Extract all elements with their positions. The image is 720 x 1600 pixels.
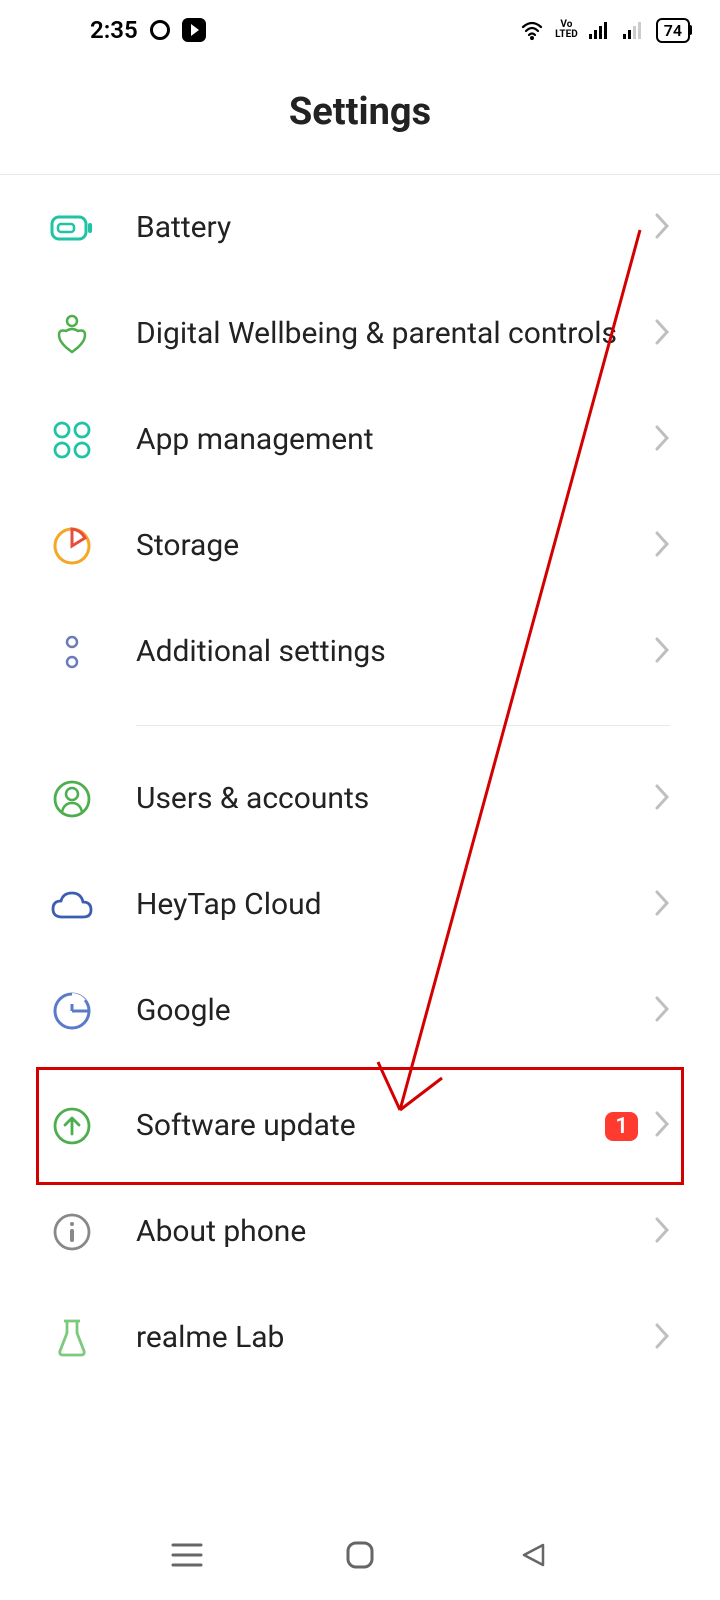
row-label: Storage	[136, 526, 654, 567]
users-icon	[50, 777, 94, 821]
status-time: 2:35	[90, 16, 138, 44]
row-label: Users & accounts	[136, 779, 654, 820]
wellbeing-icon	[50, 312, 94, 356]
settings-row-software-update[interactable]: Software update 1	[0, 1073, 720, 1179]
settings-list: Battery Digital Wellbeing & parental con…	[0, 175, 720, 1391]
chevron-right-icon	[654, 783, 670, 815]
settings-row-google[interactable]: Google	[0, 958, 720, 1064]
status-bar: 2:35 Vo LTED 74	[0, 0, 720, 60]
battery-icon	[50, 206, 94, 250]
chevron-right-icon	[654, 889, 670, 921]
settings-row-realme-lab[interactable]: realme Lab	[0, 1285, 720, 1391]
settings-row-wellbeing[interactable]: Digital Wellbeing & parental controls	[0, 281, 720, 387]
battery-indicator: 74	[656, 18, 690, 43]
settings-row-additional[interactable]: Additional settings	[0, 599, 720, 705]
chevron-right-icon	[654, 530, 670, 562]
storage-icon	[50, 524, 94, 568]
nav-back-button[interactable]	[513, 1535, 553, 1575]
settings-row-storage[interactable]: Storage	[0, 493, 720, 599]
signal-bars-1-icon	[588, 20, 612, 40]
chevron-right-icon	[654, 212, 670, 244]
row-label: Battery	[136, 208, 654, 249]
row-label: About phone	[136, 1212, 654, 1253]
row-label: Software update	[136, 1106, 605, 1147]
status-left: 2:35	[90, 16, 206, 44]
settings-row-battery[interactable]: Battery	[0, 175, 720, 281]
chevron-right-icon	[654, 424, 670, 456]
additional-icon	[50, 630, 94, 674]
play-icon	[182, 18, 206, 42]
wifi-icon	[519, 19, 545, 41]
settings-row-about[interactable]: About phone	[0, 1179, 720, 1285]
notification-badge: 1	[605, 1112, 638, 1141]
flask-icon	[50, 1316, 94, 1360]
row-label: HeyTap Cloud	[136, 885, 654, 926]
google-icon	[50, 989, 94, 1033]
nav-home-button[interactable]	[340, 1535, 380, 1575]
page-title: Settings	[0, 90, 720, 134]
software-update-icon	[50, 1104, 94, 1148]
row-label: Digital Wellbeing & parental controls	[136, 314, 654, 355]
chevron-right-icon	[654, 1322, 670, 1354]
status-right: Vo LTED 74	[519, 18, 690, 43]
settings-row-app-management[interactable]: App management	[0, 387, 720, 493]
opera-icon	[150, 20, 170, 40]
chevron-right-icon	[654, 1110, 670, 1142]
section-divider	[136, 1068, 670, 1069]
chevron-right-icon	[654, 1216, 670, 1248]
chevron-right-icon	[654, 995, 670, 1027]
signal-bars-2-icon	[622, 20, 646, 40]
row-label: Google	[136, 991, 654, 1032]
row-label: realme Lab	[136, 1318, 654, 1359]
section-divider	[136, 725, 670, 726]
nav-recents-button[interactable]	[167, 1535, 207, 1575]
settings-row-heytap[interactable]: HeyTap Cloud	[0, 852, 720, 958]
volte-indicator: Vo LTED	[555, 20, 578, 40]
nav-bar	[0, 1510, 720, 1600]
row-label: App management	[136, 420, 654, 461]
row-label: Additional settings	[136, 632, 654, 673]
cloud-icon	[50, 883, 94, 927]
about-icon	[50, 1210, 94, 1254]
apps-icon	[50, 418, 94, 462]
settings-row-users[interactable]: Users & accounts	[0, 746, 720, 852]
page-header: Settings	[0, 60, 720, 174]
chevron-right-icon	[654, 636, 670, 668]
chevron-right-icon	[654, 318, 670, 350]
